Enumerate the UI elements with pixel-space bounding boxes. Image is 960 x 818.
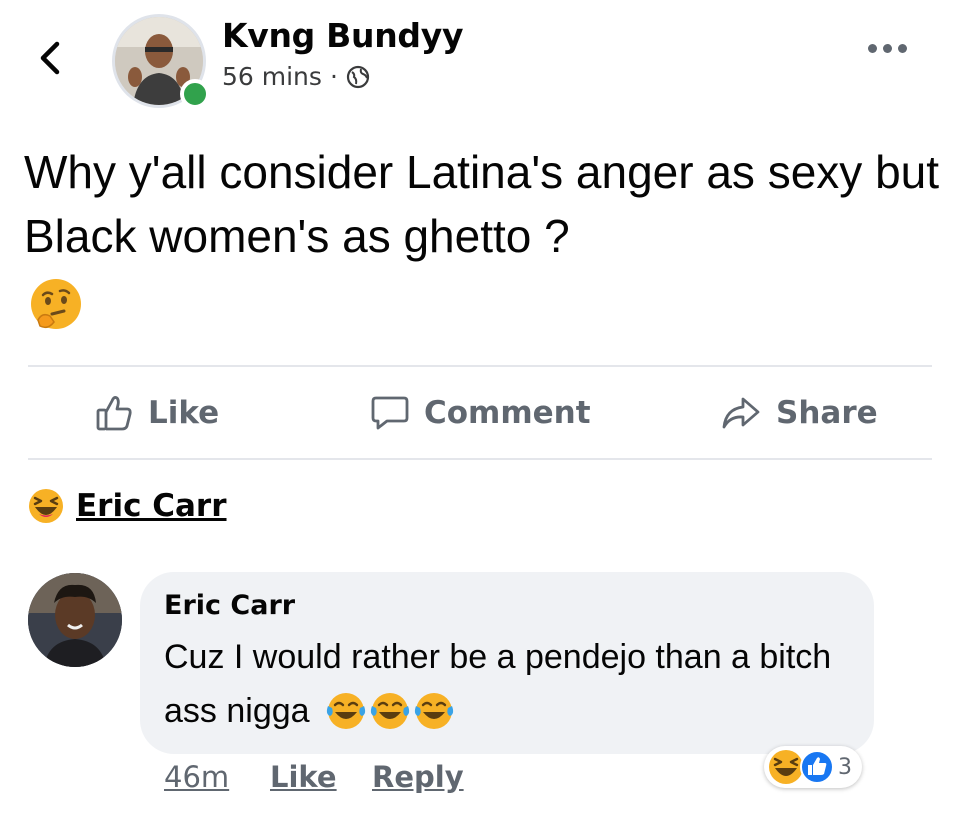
tears-of-joy-emoji <box>414 693 454 729</box>
share-button[interactable]: Share <box>720 388 878 438</box>
more-dot-icon <box>883 44 892 53</box>
laughing-face-icon <box>29 489 63 523</box>
online-status-dot <box>180 79 210 109</box>
chevron-left-icon <box>40 41 60 75</box>
more-dot-icon <box>898 44 907 53</box>
thumbs-up-icon <box>96 396 132 431</box>
thinking-face-emoji <box>31 279 81 329</box>
comment-reply-button[interactable]: Reply <box>372 760 464 794</box>
comment-button[interactable]: Comment <box>370 388 591 438</box>
author-name[interactable]: Kvng Bundyy <box>222 16 463 55</box>
post-text: Why y'all consider Latina's anger as sex… <box>24 146 940 262</box>
reaction-count: 3 <box>838 754 852 780</box>
tears-of-joy-emoji <box>370 693 410 729</box>
post-time[interactable]: 56 mins <box>222 62 322 91</box>
like-label: Like <box>148 395 220 431</box>
comment-body: Cuz I would rather be a pendejo than a b… <box>164 630 864 738</box>
like-button[interactable]: Like <box>94 388 219 438</box>
divider-bottom <box>28 458 932 460</box>
more-dot-icon <box>868 44 877 53</box>
comment-emojis <box>325 690 455 732</box>
reaction-summary[interactable]: Eric Carr <box>28 488 227 524</box>
back-button[interactable] <box>28 36 72 80</box>
post-meta: 56 mins · <box>222 62 370 91</box>
comment-icon <box>371 396 409 430</box>
tears-of-joy-emoji <box>326 693 366 729</box>
more-options-button[interactable] <box>868 44 907 53</box>
commenter-avatar[interactable] <box>28 573 122 667</box>
comment-time[interactable]: 46m <box>164 760 229 794</box>
meta-separator: · <box>329 62 338 91</box>
comment-label: Comment <box>424 395 591 431</box>
laughing-face-icon <box>769 750 803 784</box>
globe-icon <box>346 65 369 88</box>
reactor-name[interactable]: Eric Carr <box>76 488 227 524</box>
comment-text: Cuz I would rather be a pendejo than a b… <box>164 638 832 730</box>
comment-author[interactable]: Eric Carr <box>164 590 295 621</box>
commenter-photo <box>28 573 122 667</box>
divider-top <box>28 365 932 367</box>
share-label: Share <box>776 395 878 431</box>
comment-like-button[interactable]: Like <box>270 760 337 794</box>
thumbs-up-icon <box>800 750 834 784</box>
share-arrow-icon <box>722 397 760 429</box>
comment-reactions[interactable]: 3 <box>764 746 862 788</box>
